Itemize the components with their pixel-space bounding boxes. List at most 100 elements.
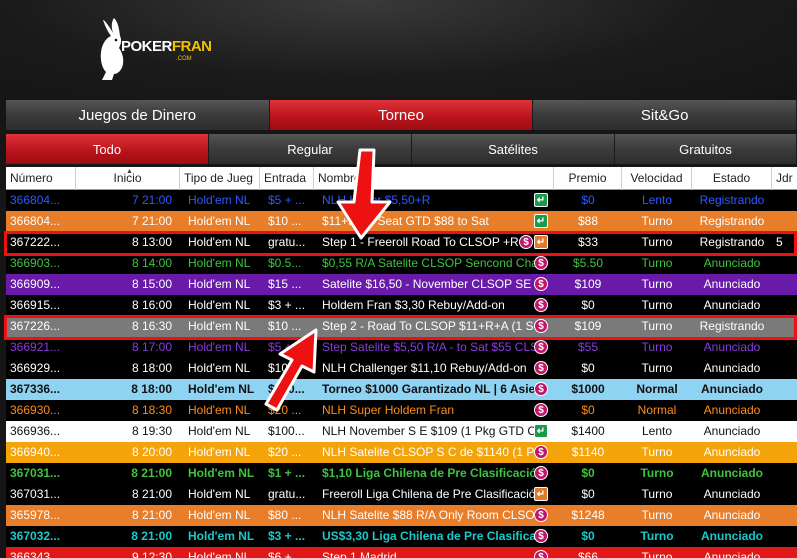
logo-wordmark: POKERFRAN	[121, 39, 212, 54]
cell-velocidad: Lento	[641, 193, 673, 207]
cell-estado: Anunciado	[703, 403, 761, 417]
cell-numero: 366804...	[10, 193, 61, 207]
tab-torneo[interactable]: Torneo	[269, 100, 534, 130]
cell-inicio: 8 20:00	[131, 445, 172, 459]
column-header-estado[interactable]: Estado	[692, 167, 772, 190]
cell-premio: $0	[581, 403, 595, 417]
cell-velocidad: Turno	[641, 277, 673, 291]
cell-velocidad: Turno	[640, 529, 674, 543]
cell-nombre: Step 1 Madrid	[322, 550, 397, 558]
dollar-icon: $	[534, 529, 548, 543]
cell-estado: Registrando	[699, 319, 765, 333]
cell-inicio: 8 21:00	[131, 508, 172, 522]
cell-entrada: $20 ...	[268, 445, 302, 459]
dollar-icon: $	[534, 382, 548, 396]
cell-premio: $1140	[571, 445, 605, 459]
table-row[interactable]: 367226... 8 16:30 Hold'em NL $10 ... Step 2 …	[6, 316, 797, 337]
tab-juegos-de-dinero[interactable]: Juegos de Dinero	[6, 100, 270, 130]
cell-entrada: $950...	[268, 382, 305, 396]
table-row[interactable]: 366909... 8 15:00 Hold'em NL $15 ... Satelit…	[6, 274, 797, 295]
table-row[interactable]: 366804... 7 21:00 Hold'em NL $5 + ... NLH Hy…	[6, 190, 797, 211]
cell-velocidad: Turno	[641, 214, 673, 228]
cell-nombre: $11+R - 1 Seat GTD $88 to Sat	[322, 214, 489, 228]
cell-numero: 366915...	[10, 298, 61, 312]
table-row[interactable]: 366915... 8 16:00 Hold'em NL $3 + ... Holdem…	[6, 295, 797, 316]
cell-estado: Anunciado	[703, 508, 761, 522]
cell-premio: $1000	[571, 382, 605, 396]
lobby-window: POKERFRAN .COM Juegos de Dinero Torneo S…	[0, 0, 797, 558]
cell-tipo: Hold'em NL	[188, 193, 251, 207]
table-row[interactable]: 366343... 9 12:30 Hold'em NL $6 + ... Step 1…	[6, 547, 797, 558]
cell-tipo: Hold'em NL	[188, 298, 251, 312]
table-row[interactable]: 366930... 8 18:30 Hold'em NL $20 ... NLH Sup…	[6, 400, 797, 421]
cell-tipo: Hold'em NL	[188, 277, 251, 291]
register-icon: ↵	[534, 193, 548, 207]
table-row[interactable]: 366804... 7 21:00 Hold'em NL $10 ... $11+R -…	[6, 211, 797, 232]
dollar-icon: $	[534, 277, 548, 291]
column-header-inicio[interactable]: Inicio	[76, 167, 180, 190]
cell-velocidad: Turno	[641, 487, 673, 501]
cell-premio: $33	[577, 235, 599, 249]
cell-entrada: $3 + ...	[268, 298, 306, 312]
table-row[interactable]: 367222... 8 13:00 Hold'em NL gratu... Step 1…	[6, 232, 797, 253]
table-row[interactable]: 367031... 8 21:00 Hold'em NL $1 + ... $1,10 …	[6, 463, 797, 484]
dollar-icon: $	[534, 466, 548, 480]
table-row[interactable]: 367336... 8 18:00 Hold'em NL $950... Torneo …	[6, 379, 797, 400]
cell-tipo: Hold'em NL	[188, 340, 251, 354]
cell-nombre: NLH Super Holdem Fran	[322, 403, 455, 417]
cell-numero: 367031...	[10, 466, 61, 480]
subtab-todo[interactable]: Todo	[6, 134, 209, 164]
logo-domain-text: .COM	[176, 56, 192, 62]
column-header-tipo[interactable]: Tipo de Jueg	[180, 167, 260, 190]
cell-inicio: 8 15:00	[131, 277, 172, 291]
cell-velocidad: Lento	[641, 424, 673, 438]
cell-numero: 366940...	[10, 445, 61, 459]
column-header-velocidad[interactable]: Velocidad	[622, 167, 692, 190]
cell-nombre: $1,10 Liga Chilena de Pre Clasificación	[322, 466, 545, 480]
game-type-tabs: Juegos de Dinero Torneo Sit&Go	[6, 100, 797, 130]
column-header-entrada[interactable]: Entrada	[260, 167, 314, 190]
cell-numero: 365978...	[10, 508, 61, 522]
table-row[interactable]: 366921... 8 17:00 Hold'em NL $5 + ... Step S…	[6, 337, 797, 358]
cell-estado: Anunciado	[703, 487, 761, 501]
cell-entrada: gratu...	[268, 487, 306, 501]
cell-velocidad: Turno	[641, 445, 673, 459]
cell-inicio: 8 13:00	[131, 235, 172, 249]
cell-estado: Anunciado	[701, 466, 763, 480]
cell-entrada: $1 + ...	[268, 466, 306, 480]
cell-numero: 366909...	[10, 277, 61, 291]
header-bar: POKERFRAN .COM	[0, 0, 797, 100]
cell-entrada: $80 ...	[268, 508, 302, 522]
column-header-premio[interactable]: Premio	[554, 167, 622, 190]
table-row[interactable]: 367031... 8 21:00 Hold'em NL gratu... Freero…	[6, 484, 797, 505]
dollar-icon: $	[534, 361, 548, 375]
cell-inicio: 8 18:00	[131, 382, 172, 396]
subtab-gratuitos[interactable]: Gratuitos	[615, 134, 797, 164]
tab-sit-and-go[interactable]: Sit&Go	[533, 100, 797, 130]
cell-jd	[772, 337, 797, 358]
table-row[interactable]: 366929... 8 18:00 Hold'em NL $10 ... NLH Cha…	[6, 358, 797, 379]
cell-nombre: NLH Challenger $11,10 Rebuy/Add-on	[322, 361, 527, 375]
cell-tipo: Hold'em NL	[188, 487, 251, 501]
cell-estado: Registrando	[699, 193, 765, 207]
table-row[interactable]: 367032... 8 21:00 Hold'em NL $3 + ... US$3,3…	[6, 526, 797, 547]
cell-premio: $88	[577, 214, 599, 228]
cell-tipo: Hold'em NL	[188, 403, 251, 417]
table-row[interactable]: 365978... 8 21:00 Hold'em NL $80 ... NLH Sat…	[6, 505, 797, 526]
cell-jd	[772, 400, 797, 421]
column-header-jd[interactable]: Jdr	[772, 167, 797, 190]
subtab-satelites[interactable]: Satélites	[412, 134, 615, 164]
cell-premio: $0	[581, 466, 595, 480]
column-header-nombre[interactable]: Nombre	[314, 167, 554, 190]
subtab-regular[interactable]: Regular	[209, 134, 412, 164]
cell-estado: Anunciado	[703, 445, 761, 459]
table-row[interactable]: 366936... 8 19:30 Hold'em NL $100... NLH Nov…	[6, 421, 797, 442]
cell-velocidad: Normal	[637, 403, 677, 417]
cell-jd	[772, 358, 797, 379]
cell-tipo: Hold'em NL	[188, 550, 251, 558]
table-row[interactable]: 366940... 8 20:00 Hold'em NL $20 ... NLH Sat…	[6, 442, 797, 463]
column-header-numero[interactable]: Número	[6, 167, 76, 190]
cell-inicio: 8 21:00	[131, 529, 172, 543]
table-row[interactable]: 366903... 8 14:00 Hold'em NL $0.5... $0,55 R…	[6, 253, 797, 274]
cell-velocidad: Turno	[641, 298, 673, 312]
